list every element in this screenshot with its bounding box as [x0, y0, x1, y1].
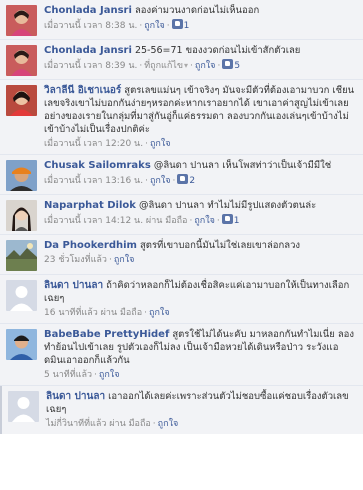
comment-item: Chusak Sailomraks @ลินดา ปานลา เห็นโพสท่… [0, 155, 363, 195]
comment-time[interactable]: 23 ชั่วโมงที่แล้ว [44, 255, 107, 265]
comment-text: @ลินดา ปานลา เห็นโพสท่าว่าเป็นเจ้ามีมีใช… [153, 160, 332, 171]
comment-meta: เมื่อวานนี้ เวลา 14:12 น. ผ่าน มือถือ · ถู… [44, 214, 240, 226]
comment-time[interactable]: เมื่อวานนี้ เวลา 13:16 น. [44, 176, 143, 186]
comment-author[interactable]: ลินดา ปานลา [44, 280, 103, 291]
like-button[interactable]: ถูกใจ [99, 370, 120, 380]
comment-item: BabeBabe PrettyHidef สูตรใช้ไม่ได้นะคับ … [0, 324, 363, 386]
avatar[interactable] [6, 280, 37, 311]
comment-time[interactable]: เมื่อวานนี้ เวลา 8:39 น. [44, 61, 137, 71]
comment-time[interactable]: เมื่อวานนี้ เวลา 14:12 น. ผ่าน มือถือ [44, 216, 187, 226]
like-button[interactable]: ถูกใจ [149, 308, 170, 318]
comment-meta: เมื่อวานนี้ เวลา 8:38 น. · ถูกใจ · 1 [44, 19, 190, 31]
like-button[interactable]: ถูกใจ [144, 21, 165, 31]
like-button[interactable]: ถูกใจ [195, 61, 216, 71]
avatar[interactable] [6, 85, 37, 116]
like-count[interactable]: 2 [189, 176, 195, 186]
avatar[interactable] [6, 160, 37, 191]
comment-meta: ไม่กี่วินาทีที่แล้ว ผ่าน มือถือ · ถูกใจ [46, 419, 179, 429]
comment-author[interactable]: Naparphat Dilok [44, 200, 136, 211]
comment-text: ลองค่ามวนงาดก่อนไม่เห็นออก [134, 5, 260, 16]
comment-item: ลินดา ปานลา เอาออกได้เลยค่ะเพราะส่วนตัวไ… [0, 386, 363, 434]
comment-item: Chonlada Jansri 25-56=71 ของงวดก่อนไม่เข… [0, 40, 363, 80]
like-button[interactable]: ถูกใจ [158, 419, 179, 429]
comment-time[interactable]: ไม่กี่วินาทีที่แล้ว ผ่าน มือถือ [46, 419, 151, 429]
comment-author[interactable]: Chusak Sailomraks [44, 160, 151, 171]
comment-author[interactable]: Chonlada Jansri [44, 5, 132, 16]
comment-author[interactable]: BabeBabe PrettyHidef [44, 329, 169, 340]
like-button[interactable]: ถูกใจ [150, 176, 171, 186]
comment-text: 25-56=71 ของงวดก่อนไม่เข้าสักตัวเลย [134, 45, 301, 56]
comment-meta: 16 นาทีที่แล้ว ผ่าน มือถือ · ถูกใจ [44, 308, 170, 318]
comment-text: @ลินดา ปานลา ทำไมไม่มีรูปแสดงตัวตนล่ะ [138, 200, 317, 211]
comment-author[interactable]: วิลาลีนี อิเชาเนอร์ [44, 85, 121, 96]
like-count[interactable]: 1 [234, 216, 240, 226]
thumbs-up-icon [222, 59, 234, 69]
comment-feed: Chonlada Jansri ลองค่ามวนงาดก่อนไม่เห็นอ… [0, 0, 363, 434]
comment-time[interactable]: เมื่อวานนี้ เวลา 8:38 น. [44, 21, 137, 31]
chevron-down-icon[interactable]: ▾ [184, 61, 188, 70]
comment-item: Da Phookerdhim สูตรที่เขาบอกนี้มันไม่ใช่… [0, 235, 363, 275]
comment-time[interactable]: 5 นาทีที่แล้ว [44, 370, 92, 380]
comment-meta: 23 ชั่วโมงที่แล้ว · ถูกใจ [44, 255, 135, 265]
comment-item: ลินดา ปานลา ถ้าคิดว่าหลอกก็ไม่ต้องเชื่อส… [0, 275, 363, 324]
like-button[interactable]: ถูกใจ [194, 216, 215, 226]
comment-item: Naparphat Dilok @ลินดา ปานลา ทำไมไม่มีรู… [0, 195, 363, 235]
like-button[interactable]: ถูกใจ [150, 139, 171, 149]
comment-text: สูตรที่เขาบอกนี้มันไม่ใช่เลยเขาล่อกลวง [139, 240, 301, 251]
comment-meta: 5 นาทีที่แล้ว · ถูกใจ [44, 370, 120, 380]
avatar[interactable] [6, 200, 37, 231]
comment-item: วิลาลีนี อิเชาเนอร์ สูตรเลขแม่นๆ เข้าจริ… [0, 80, 363, 155]
comment-author[interactable]: Da Phookerdhim [44, 240, 137, 251]
comment-meta: เมื่อวานนี้ เวลา 8:39 น. · ที่ถูกแก้ไข▾ · ถู… [44, 59, 241, 71]
comment-meta: เมื่อวานนี้ เวลา 13:16 น. · ถูกใจ · 2 [44, 174, 196, 186]
avatar[interactable] [6, 329, 37, 360]
comment-meta: เมื่อวานนี้ เวลา 12:20 น. · ถูกใจ [44, 139, 171, 149]
like-count[interactable]: 1 [184, 21, 190, 31]
thumbs-up-icon [177, 174, 189, 184]
avatar[interactable] [6, 240, 37, 271]
like-button[interactable]: ถูกใจ [114, 255, 135, 265]
comment-item: Chonlada Jansri ลองค่ามวนงาดก่อนไม่เห็นอ… [0, 0, 363, 40]
thumbs-up-icon [171, 19, 183, 29]
comment-time[interactable]: 16 นาทีที่แล้ว ผ่าน มือถือ [44, 308, 142, 318]
avatar[interactable] [6, 45, 37, 76]
comment-author[interactable]: ลินดา ปานลา [46, 391, 105, 402]
comment-author[interactable]: Chonlada Jansri [44, 45, 132, 56]
edited-label[interactable]: ที่ถูกแก้ไข [144, 61, 183, 71]
avatar[interactable] [8, 391, 39, 422]
like-count[interactable]: 5 [234, 61, 240, 71]
comment-time[interactable]: เมื่อวานนี้ เวลา 12:20 น. [44, 139, 143, 149]
thumbs-up-icon [221, 214, 233, 224]
avatar[interactable] [6, 5, 37, 36]
